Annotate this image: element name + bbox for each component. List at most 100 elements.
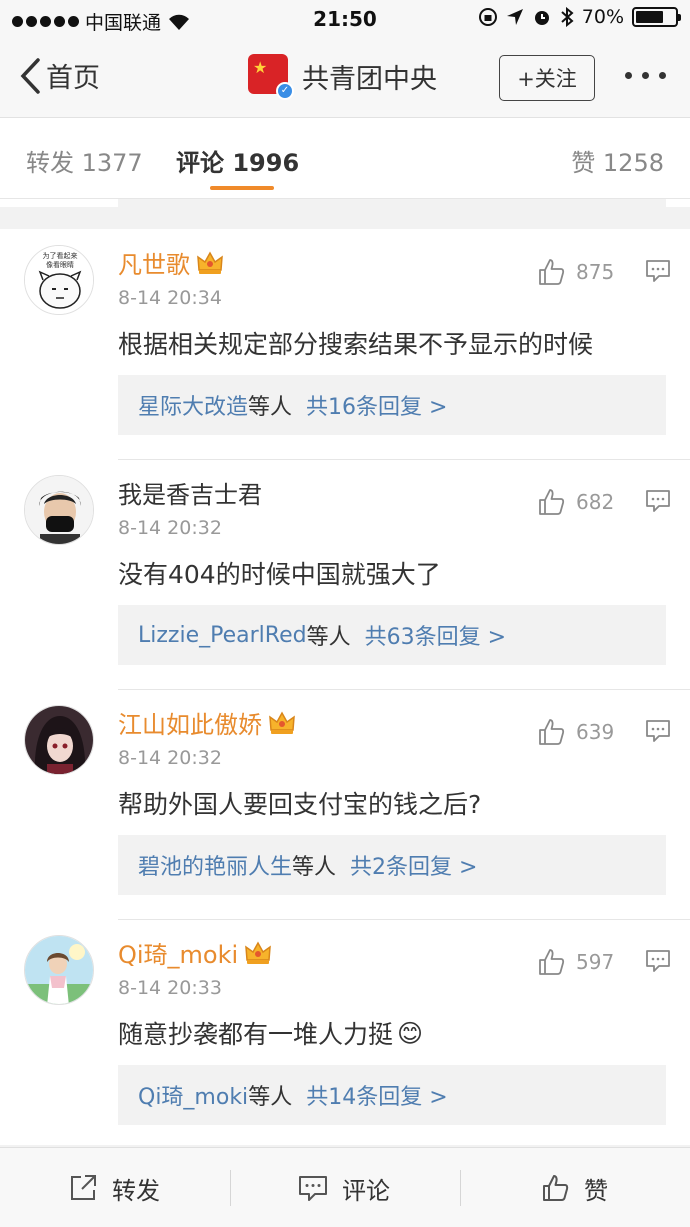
like-label: 赞 — [584, 1176, 608, 1205]
reply-summary[interactable]: 星际大改造 等人 共16条回复 > — [118, 375, 666, 435]
avatar[interactable] — [24, 705, 94, 775]
thumbs-up-icon — [539, 259, 565, 285]
divider — [118, 459, 690, 460]
svg-text:为了看起来: 为了看起来 — [43, 251, 78, 260]
comment-time: 8-14 20:32 — [118, 517, 222, 539]
reply-icon[interactable] — [645, 949, 671, 973]
comment-author-name: Qi琦_moki — [118, 941, 239, 969]
comment-item[interactable]: 为了看起来 像看眼睛 凡世歌 8-14 20:34 根据相关规定部分搜索结果不予… — [0, 229, 690, 459]
reply-users[interactable]: 碧池的艳丽人生 — [138, 849, 292, 881]
repost-label: 转发 — [112, 1176, 160, 1205]
avatar[interactable]: 为了看起来 像看眼睛 — [24, 245, 94, 315]
divider — [118, 199, 666, 207]
location-icon — [506, 9, 523, 25]
comment-author[interactable]: Qi琦_moki — [118, 935, 272, 970]
like-count: 875 — [576, 260, 615, 284]
comment-item[interactable]: 江山如此傲娇 8-14 20:32 帮助外国人要回支付宝的钱之后? 639 碧池… — [0, 689, 690, 919]
back-button[interactable]: 首页 — [18, 56, 100, 95]
comment-text: 根据相关规定部分搜索结果不予显示的时候 — [118, 330, 594, 359]
comment-text: 随意抄袭都有一堆人力挺 😊 — [118, 1015, 423, 1051]
reply-users[interactable]: Lizzie_PearlRed — [138, 623, 307, 648]
comment-author-name: 我是香吉士君 — [118, 481, 262, 509]
like-button[interactable]: 875 — [536, 257, 614, 287]
tab-comments[interactable]: 评论 1996 — [176, 143, 299, 178]
like-count: 682 — [576, 490, 615, 514]
comment-text: 帮助外国人要回支付宝的钱之后? — [118, 790, 482, 819]
reply-suffix: 等人 — [248, 395, 293, 420]
comment-button[interactable]: 评论 — [298, 1148, 390, 1227]
reply-summary[interactable]: 碧池的艳丽人生 等人 共2条回复 > — [118, 835, 666, 895]
divider — [0, 207, 690, 229]
comment-icon — [299, 1176, 327, 1201]
rotation-lock-icon — [478, 8, 497, 26]
reply-icon[interactable] — [645, 489, 671, 513]
tab-bar: 转发 1377 评论 1996 赞 1258 — [0, 119, 690, 199]
comment-author[interactable]: 凡世歌 — [118, 245, 224, 280]
comment-text-body: 随意抄袭都有一堆人力挺 — [118, 1020, 394, 1049]
chevron-left-icon — [20, 57, 40, 94]
reply-suffix: 等人 — [248, 1085, 293, 1110]
nav-bar: 首页 ✓ 共青团中央 +关注 — [0, 40, 690, 118]
vip-crown-icon — [197, 250, 223, 274]
like-button[interactable]: 639 — [536, 717, 614, 747]
tab-reposts[interactable]: 转发 1377 — [26, 143, 143, 178]
like-count: 639 — [576, 720, 615, 744]
vip-crown-icon — [245, 940, 272, 964]
reply-summary[interactable]: Lizzie_PearlRed 等人 共63条回复 > — [118, 605, 666, 665]
back-label: 首页 — [46, 63, 100, 94]
like-button[interactable]: 597 — [536, 947, 614, 977]
bottom-toolbar: 转发 评论 赞 — [0, 1147, 690, 1227]
share-icon — [71, 1175, 96, 1200]
divider — [460, 1170, 461, 1206]
reply-summary[interactable]: Qi琦_moki 等人 共14条回复 > — [118, 1065, 666, 1125]
reply-suffix: 等人 — [292, 855, 337, 880]
reply-icon[interactable] — [645, 259, 671, 283]
repost-button[interactable]: 转发 — [68, 1148, 160, 1227]
tab-likes[interactable]: 赞 1258 — [571, 143, 664, 178]
account-avatar: ✓ — [248, 54, 294, 100]
bluetooth-icon — [561, 7, 574, 27]
status-bar: 中国联通 21:50 70% — [0, 0, 690, 40]
reply-users[interactable]: 星际大改造 — [138, 389, 248, 421]
reply-suffix: 等人 — [306, 625, 351, 650]
comment-author-name: 凡世歌 — [118, 251, 190, 279]
thumbs-up-icon — [539, 489, 565, 515]
like-post-button[interactable]: 赞 — [540, 1148, 608, 1227]
comment-text: 没有404的时候中国就强大了 — [118, 560, 441, 589]
comment-item[interactable]: 我是香吉士君 8-14 20:32 没有404的时候中国就强大了 682 Liz… — [0, 459, 690, 689]
avatar[interactable] — [24, 935, 94, 1005]
divider — [230, 1170, 231, 1206]
battery-label: 70% — [581, 6, 624, 28]
status-right: 70% — [478, 6, 681, 28]
account-title[interactable]: ✓ 共青团中央 — [248, 54, 437, 100]
reply-users[interactable]: Qi琦_moki — [138, 1079, 248, 1111]
more-options-icon[interactable] — [625, 72, 666, 79]
comment-author-name: 江山如此傲娇 — [118, 711, 262, 739]
comment-author[interactable]: 江山如此傲娇 — [118, 705, 296, 740]
comment-time: 8-14 20:34 — [118, 287, 222, 309]
verified-badge-icon: ✓ — [276, 82, 294, 100]
comment-label: 评论 — [342, 1176, 390, 1205]
smile-emoji-icon: 😊 — [397, 1018, 424, 1048]
thumbs-up-icon — [543, 1175, 569, 1201]
reply-count-link[interactable]: 共63条回复 > — [365, 619, 506, 651]
comment-author[interactable]: 我是香吉士君 — [118, 475, 262, 510]
alarm-icon — [534, 11, 549, 25]
battery-fill — [636, 11, 663, 23]
reply-count-link[interactable]: 共2条回复 > — [350, 849, 477, 881]
like-button[interactable]: 682 — [536, 487, 614, 517]
comment-time: 8-14 20:33 — [118, 977, 222, 999]
avatar[interactable] — [24, 475, 94, 545]
follow-button[interactable]: +关注 — [499, 55, 595, 101]
svg-text:像看眼睛: 像看眼睛 — [46, 260, 74, 269]
account-name: 共青团中央 — [302, 63, 437, 95]
active-tab-indicator — [210, 186, 274, 190]
battery-icon — [632, 7, 681, 27]
reply-count-link[interactable]: 共16条回复 > — [306, 389, 447, 421]
reply-count-link[interactable]: 共14条回复 > — [306, 1079, 447, 1111]
reply-icon[interactable] — [645, 719, 671, 743]
thumbs-up-icon — [539, 719, 565, 745]
comment-item[interactable]: Qi琦_moki 8-14 20:33 随意抄袭都有一堆人力挺 😊 597 Qi… — [0, 919, 690, 1149]
comment-time: 8-14 20:32 — [118, 747, 222, 769]
divider — [118, 689, 690, 690]
